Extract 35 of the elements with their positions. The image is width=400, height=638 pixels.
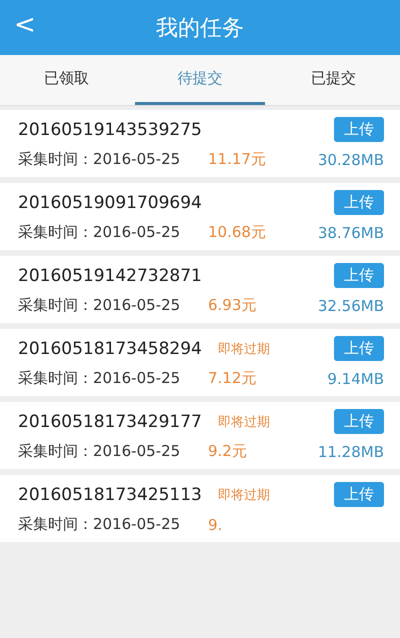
expiry-warning: 即将过期 [218, 414, 270, 430]
file-size: 9.14MB [327, 370, 384, 388]
task-id: 20160519143539275 [18, 120, 203, 140]
expiry-warning: 即将过期 [218, 340, 270, 358]
file-size: 38.76MB [318, 224, 384, 242]
task-price: 9.2元 [208, 442, 247, 461]
file-size: 32.56MB [318, 296, 384, 314]
collection-date: 采集时间：2016-05-25 [18, 369, 182, 388]
task-id: 20160518173458294 [18, 338, 203, 358]
file-size: 30.28MB [318, 150, 384, 168]
collection-date: 采集时间：2016-05-25 [18, 296, 182, 315]
task-price: 6.93元 [208, 296, 256, 315]
collection-date: 采集时间：2016-05-25 [18, 442, 182, 461]
task-card[interactable]: 20160519142732871 上传 采集时间：2016-05-25 6.93元 32.56MB [0, 256, 400, 323]
task-id: 20160519142732871 [18, 266, 203, 286]
page-title: 我的任务 [156, 14, 244, 42]
task-price: 10.68元 [208, 223, 266, 242]
collection-date: 采集时间：2016-05-25 [18, 515, 182, 534]
task-card[interactable]: 20160519143539275 上传 采集时间：2016-05-25 11.17元 30.28MB [0, 110, 400, 177]
task-id: 20160519091709694 [18, 192, 203, 212]
task-card[interactable]: 20160518173429177 即将过期 上传 采集时间：2016-05-25 9.2元 11.28MB [0, 402, 400, 469]
file-size: 11.28MB [318, 442, 384, 460]
task-card[interactable]: 20160519091709694 上传 采集时间：2016-05-25 10.68元 38.76MB [0, 183, 400, 250]
task-id: 20160518173429177 [18, 412, 203, 432]
task-card[interactable]: 20160518173458294 即将过期 上传 采集时间：2016-05-25 7.12元 9.14MB [0, 329, 400, 396]
collection-date: 采集时间：2016-05-25 [18, 150, 182, 169]
task-price: 9. [208, 516, 222, 534]
task-id: 20160518173425113 [18, 484, 203, 504]
tab[interactable]: 已领取 [2, 55, 132, 105]
task-price: 7.12元 [208, 369, 256, 388]
task-price: 11.17元 [208, 150, 266, 169]
tab[interactable]: 已提交 [268, 55, 398, 105]
task-card[interactable]: 20160518173425113 即将过期 上传 采集时间：2016-05-25 9. [0, 475, 400, 542]
collection-date: 采集时间：2016-05-25 [18, 223, 182, 242]
expiry-warning: 即将过期 [218, 486, 270, 504]
